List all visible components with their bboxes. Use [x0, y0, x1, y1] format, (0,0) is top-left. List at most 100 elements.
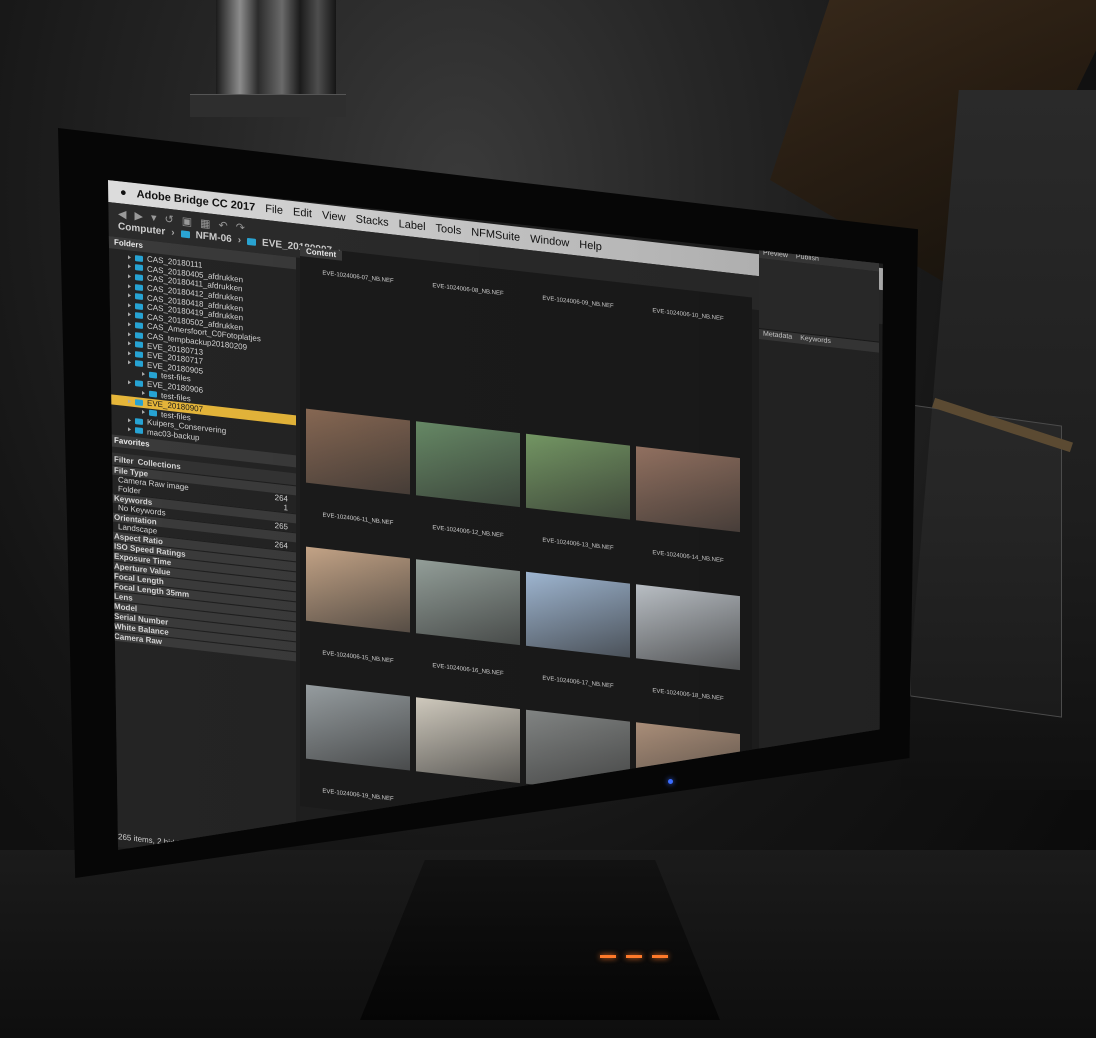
power-led [668, 779, 673, 784]
thumbnail[interactable]: EVE-1024006-19_NB.NEF [306, 677, 410, 817]
filter-item-count: 1 [283, 503, 288, 513]
folder-icon [135, 350, 143, 358]
filter-item-count: 265 [274, 521, 288, 532]
thumbnail-filename: EVE-1024006-10_NB.NEF [652, 308, 724, 323]
menu-window[interactable]: Window [530, 233, 569, 249]
boomerang-icon[interactable]: ↺ [164, 212, 173, 226]
stand-lights [600, 955, 668, 958]
thumbnail-filename: EVE-1024006-16_NB.NEF [432, 663, 504, 678]
thumbnail-filename: EVE-1024006-13_NB.NEF [542, 537, 614, 552]
folder-icon [149, 371, 157, 379]
thumbnail[interactable]: EVE-1024006-16_NB.NEF [416, 551, 520, 691]
thumbnail-filename: EVE-1024006-15_NB.NEF [322, 650, 394, 665]
menu-tools[interactable]: Tools [436, 222, 462, 237]
thumbnail[interactable]: EVE-1024006-13_NB.NEF [526, 426, 630, 566]
right-panel: Preview Publish Metadata Keywords [759, 248, 879, 782]
thumbnail-filename: EVE-1024006-07_NB.NEF [322, 270, 394, 285]
tab-metadata[interactable]: Metadata [763, 329, 792, 342]
rotate-right-icon[interactable]: ↷ [236, 221, 245, 235]
tab-keywords[interactable]: Keywords [800, 334, 831, 348]
breadcrumb-separator-icon: › [237, 234, 242, 247]
thumbnail[interactable]: EVE-1024006-07_NB.NEF [306, 263, 410, 403]
folder-icon [135, 302, 143, 310]
thumbnail-image[interactable] [526, 571, 630, 658]
photo-scene: ● Adobe Bridge CC 2017 File Edit View St… [0, 0, 1096, 1038]
folder-icon [247, 237, 257, 246]
thumbnail[interactable]: EVE-1024006-12_NB.NEF [416, 413, 520, 553]
thumbnail[interactable]: EVE-1024006-15_NB.NEF [306, 539, 410, 679]
thumbnail-image[interactable] [636, 584, 740, 671]
thumbnail-image[interactable] [636, 446, 740, 533]
expand-triangle-icon[interactable] [128, 264, 131, 270]
expand-triangle-icon[interactable] [128, 283, 131, 289]
rotate-left-icon[interactable]: ↶ [219, 219, 228, 233]
expand-triangle-icon[interactable] [142, 390, 145, 396]
menu-nfmsuite[interactable]: NFMSuite [471, 226, 520, 244]
expand-triangle-icon[interactable] [128, 303, 131, 308]
folder-icon [135, 293, 143, 301]
folder-icon [149, 409, 157, 417]
filter-panel: Filter Collections File Type Camera Raw i… [108, 452, 296, 662]
refine-icon[interactable]: ▦ [200, 216, 210, 230]
thumbnail-filename: EVE-1024006-17_NB.NEF [542, 675, 614, 690]
folder-icon [135, 283, 143, 291]
thumbnail-filename: EVE-1024006-18_NB.NEF [652, 688, 724, 703]
expand-triangle-icon[interactable] [128, 427, 131, 433]
thumbnail-image[interactable] [306, 546, 410, 633]
expand-triangle-icon[interactable] [128, 398, 131, 404]
thumbnail-image[interactable] [526, 433, 630, 520]
tab-filter[interactable]: Filter [114, 454, 134, 465]
thumbnail-image[interactable] [416, 559, 520, 646]
menu-help[interactable]: Help [579, 239, 602, 254]
expand-triangle-icon[interactable] [128, 351, 131, 356]
expand-triangle-icon[interactable] [128, 274, 131, 279]
thumbnail-image[interactable] [306, 684, 410, 771]
expand-triangle-icon[interactable] [142, 371, 145, 377]
folder-icon [135, 322, 143, 329]
expand-triangle-icon[interactable] [128, 379, 131, 385]
thumbnail-image[interactable] [416, 697, 520, 784]
expand-triangle-icon[interactable] [142, 410, 145, 415]
recent-folder-icon[interactable]: ▾ [151, 211, 157, 225]
expand-triangle-icon[interactable] [128, 360, 131, 365]
expand-triangle-icon[interactable] [128, 331, 131, 337]
apple-icon[interactable]: ● [120, 186, 127, 199]
thumbnail[interactable]: EVE-1024006-17_NB.NEF [526, 564, 630, 704]
filter-list: File Type Camera Raw image 264 Folder 1 Keywo… [108, 464, 296, 662]
expand-triangle-icon[interactable] [128, 418, 131, 423]
folder-icon [135, 264, 143, 272]
back-arrow-icon[interactable]: ◀ [118, 207, 126, 221]
menu-edit[interactable]: Edit [293, 206, 312, 220]
left-panel: Folders CAS_20180111 CAS_20180405_afdrukk… [108, 236, 296, 850]
menu-file[interactable]: File [265, 203, 283, 217]
thumbnail[interactable]: EVE-1024006-14_NB.NEF [636, 438, 740, 578]
folder-icon [135, 254, 143, 262]
expand-triangle-icon[interactable] [128, 312, 131, 317]
folder-icon [135, 274, 143, 281]
thumbnail-image[interactable] [306, 408, 410, 495]
expand-triangle-icon[interactable] [128, 322, 131, 327]
forward-arrow-icon[interactable]: ▶ [134, 209, 142, 223]
thumbnail[interactable]: EVE-1024006-08_NB.NEF [416, 275, 520, 415]
expand-triangle-icon[interactable] [128, 255, 131, 260]
menu-view[interactable]: View [322, 209, 346, 224]
glass-panel [910, 404, 1062, 718]
folder-icon [135, 341, 143, 349]
folder-icon [135, 398, 143, 406]
folder-icon [135, 379, 143, 387]
preview-area [759, 258, 879, 343]
thumbnail-image[interactable] [416, 421, 520, 508]
menu-stacks[interactable]: Stacks [356, 213, 389, 229]
filter-item-count: 264 [274, 493, 288, 504]
menu-label[interactable]: Label [399, 218, 426, 233]
camera-icon[interactable]: ▣ [182, 214, 192, 228]
expand-triangle-icon[interactable] [128, 341, 131, 346]
thumbnail[interactable]: EVE-1024006-18_NB.NEF [636, 576, 740, 716]
thumbnail[interactable]: EVE-1024006-10_NB.NEF [636, 300, 740, 440]
folder-icon [135, 331, 143, 339]
expand-triangle-icon[interactable] [128, 293, 131, 298]
thumbnail[interactable]: EVE-1024006-09_NB.NEF [526, 288, 630, 428]
folder-tree: CAS_20180111 CAS_20180405_afdrukken CAS_20… [108, 248, 296, 456]
thumbnail[interactable]: EVE-1024006-11_NB.NEF [306, 401, 410, 541]
folder-icon [135, 427, 143, 435]
